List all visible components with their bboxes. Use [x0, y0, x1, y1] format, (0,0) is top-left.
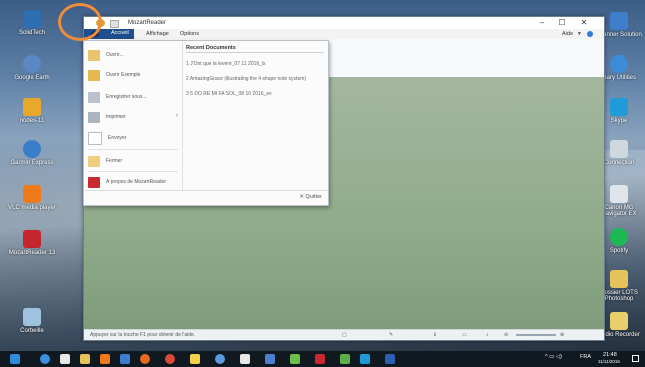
envelope-icon [88, 131, 102, 145]
canon-icon [610, 185, 628, 203]
view-icon[interactable]: ▢ [342, 332, 347, 338]
chevron-down-icon[interactable]: ▾ [578, 31, 581, 37]
recorder-icon [610, 312, 628, 330]
mozart-icon [23, 230, 41, 248]
app-icon [23, 10, 41, 28]
chrome-icon[interactable] [165, 354, 175, 364]
garmin-icon [23, 140, 41, 158]
skype-icon [610, 98, 628, 116]
quick-access-icon[interactable] [110, 20, 119, 28]
save-icon [88, 91, 100, 103]
recent-document-item[interactable]: 1 J'Ont que la leveré_07 11 2016_ls [186, 61, 266, 67]
audio-icon[interactable]: ♪ [486, 332, 489, 338]
help-button[interactable]: Aide [562, 31, 573, 37]
globe-icon [23, 55, 41, 73]
menu-separator [88, 171, 178, 172]
edit-icon[interactable]: ✎ [389, 332, 393, 338]
store-icon[interactable] [60, 354, 70, 364]
desktop-icon[interactable]: Google Earth [2, 55, 62, 81]
menu-item-print[interactable]: Imprimer › [88, 109, 180, 125]
network-icon [610, 140, 628, 158]
menu-item-close[interactable]: Fermer [88, 153, 180, 169]
recent-document-item[interactable]: 2 AmazingGrace (illustrating the 4 shape… [186, 76, 306, 82]
desktop-icon[interactable]: nodes-11 [2, 98, 62, 124]
file-menu-commands: Ouvrir... Ouvrir Exemple Enregistrer sou… [84, 41, 183, 191]
menu-item-open-example[interactable]: Ouvrir Exemple [88, 67, 180, 83]
folder-icon[interactable] [80, 354, 90, 364]
folder-close-icon [88, 155, 100, 167]
submenu-arrow-icon: › [176, 113, 178, 119]
file-menu-footer: ✕ Quitter [84, 190, 328, 205]
zoom-in-button[interactable]: ⊕ [560, 332, 564, 338]
recent-documents-header: Recent Documents [186, 45, 236, 51]
page-icon[interactable]: ▭ [462, 332, 467, 338]
scanner-icon [610, 12, 628, 30]
desktop-icon[interactable]: VLC media player [2, 185, 62, 211]
notes-icon[interactable] [190, 354, 200, 364]
printer-icon [88, 111, 100, 123]
status-bar: Appuyer sur la touche F1 pour obtenir de… [84, 329, 604, 340]
vlc-icon [23, 185, 41, 203]
tab-affichage[interactable]: Affichage [146, 31, 169, 37]
app-icon[interactable] [265, 354, 275, 364]
desktop-icon[interactable]: Garmin Express [2, 140, 62, 166]
title-bar: MozartReader – ☐ ✕ [84, 17, 604, 29]
tab-options[interactable]: Options [180, 31, 199, 37]
help-icon[interactable] [587, 31, 593, 37]
menu-item-save-as[interactable]: Enregistrer sous... [88, 89, 180, 105]
taskbar: ^ ▭ ◁) FRA 21:48 11/11/2016 [0, 351, 645, 367]
edge-icon[interactable] [40, 354, 50, 364]
clock-date[interactable]: 11/11/2016 [598, 359, 620, 364]
app-icon [23, 98, 41, 116]
maximize-button[interactable]: ☐ [554, 18, 570, 27]
skype-icon[interactable] [360, 354, 370, 364]
spotify-icon [610, 228, 628, 246]
file-menu: Ouvrir... Ouvrir Exemple Enregistrer sou… [83, 40, 329, 206]
firefox-icon[interactable] [140, 354, 150, 364]
window-title: MozartReader [128, 20, 167, 26]
info-icon[interactable]: ℹ [434, 332, 436, 338]
quit-button[interactable]: ✕ Quitter [299, 194, 322, 200]
tray-icons[interactable]: ^ ▭ ◁) [545, 354, 562, 360]
desktop-icon[interactable]: SolidTech [2, 10, 62, 36]
language-indicator[interactable]: FRA [580, 354, 591, 360]
utility-icon [610, 55, 628, 73]
notification-icon[interactable] [632, 355, 639, 362]
clock-time[interactable]: 21:48 [603, 352, 617, 358]
recent-divider [186, 52, 324, 53]
folder-icon [610, 270, 628, 288]
menu-separator [88, 149, 178, 150]
status-hint: Appuyer sur la touche F1 pour obtenir de… [90, 332, 196, 338]
music-icon[interactable] [290, 354, 300, 364]
vlc-icon[interactable] [100, 354, 110, 364]
mozart-icon[interactable] [315, 354, 325, 364]
mozart-note-icon [88, 176, 100, 188]
word-icon[interactable] [385, 354, 395, 364]
media-icon[interactable] [215, 354, 225, 364]
windows-start-icon[interactable] [10, 354, 20, 364]
app-icon[interactable] [340, 354, 350, 364]
close-button[interactable]: ✕ [576, 18, 592, 27]
highlight-circle [58, 3, 102, 41]
zoom-out-button[interactable]: ⊖ [504, 332, 508, 338]
desktop-icon[interactable]: MozartReader 13 [2, 230, 62, 256]
minimize-button[interactable]: – [534, 18, 550, 27]
app-icon[interactable] [120, 354, 130, 364]
menu-item-about[interactable]: À propos de MozartReader [88, 174, 180, 190]
close-icon: ✕ [299, 194, 304, 200]
recent-document-item[interactable]: 3 5 DO RE MI FA SOL_08 10 2016_ex [186, 91, 272, 97]
app-icon[interactable] [240, 354, 250, 364]
recycle-bin-icon [23, 308, 41, 326]
menu-item-send[interactable]: Envoyer [88, 130, 180, 146]
zoom-slider[interactable] [516, 334, 556, 336]
folder-open-icon [88, 49, 100, 61]
menu-item-open[interactable]: Ouvrir... [88, 47, 180, 63]
desktop-icon[interactable]: Corbeille [2, 308, 62, 334]
folder-music-icon [88, 69, 100, 81]
